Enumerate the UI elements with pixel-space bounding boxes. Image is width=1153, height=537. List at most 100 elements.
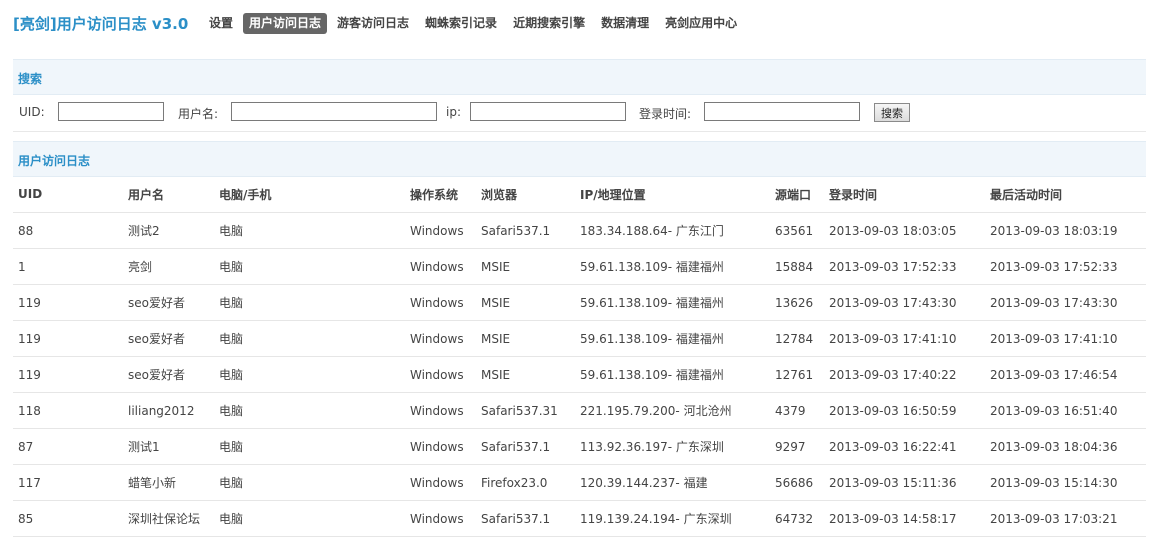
column-header-username[interactable]: 用户名 [123, 176, 214, 213]
cell-last-activity: 2013-09-03 17:03:21 [985, 500, 1146, 537]
nav-tab-user-access-log[interactable]: 用户访问日志 [243, 13, 328, 34]
cell-browser: MSIE [476, 320, 575, 357]
cell-username: liliang2012 [123, 392, 214, 429]
cell-ip-location: 221.195.79.200- 河北沧州 [575, 392, 770, 429]
cell-uid: 117 [13, 464, 123, 501]
column-header-last-activity[interactable]: 最后活动时间 [985, 176, 1146, 213]
cell-last-activity: 2013-09-03 17:52:33 [985, 248, 1146, 285]
login-time-label: 登录时间: [639, 107, 692, 121]
table-row[interactable]: 88 测试2 电脑 Windows Safari537.1 183.34.188.64- … [13, 212, 1146, 249]
table-header-row: UID 用户名 电脑/手机 操作系统 浏览器 IP/地理位置 源端口 登录时间 … [13, 176, 1146, 213]
table-body: 88 测试2 电脑 Windows Safari537.1 183.34.188.64- … [13, 212, 1146, 537]
table-row[interactable]: 85 深圳社保论坛 电脑 Windows Safari537.1 119.139.24.1… [13, 500, 1146, 537]
cell-ip-location: 59.61.138.109- 福建福州 [575, 284, 770, 321]
cell-last-activity: 2013-09-03 17:41:10 [985, 320, 1146, 357]
cell-os: Windows [405, 392, 476, 429]
user-access-log-table: UID 用户名 电脑/手机 操作系统 浏览器 IP/地理位置 源端口 登录时间 … [13, 176, 1146, 537]
cell-device: 电脑 [214, 320, 405, 357]
table-row[interactable]: 1 亮剑 电脑 Windows MSIE 59.61.138.109- 福建福州 15884… [13, 248, 1146, 285]
cell-uid: 85 [13, 500, 123, 537]
cell-uid: 1 [13, 248, 123, 285]
cell-source-port: 15884 [770, 248, 824, 285]
cell-username: 深圳社保论坛 [123, 500, 214, 537]
table-row[interactable]: 119 seo爱好者 电脑 Windows MSIE 59.61.138.109- 福建福… [13, 320, 1146, 357]
username-input[interactable] [231, 102, 437, 121]
search-form: UID: 用户名: ip: 登录时间: 搜索 [13, 95, 1146, 132]
column-header-uid[interactable]: UID [13, 176, 123, 213]
table-row[interactable]: 119 seo爱好者 电脑 Windows MSIE 59.61.138.109- 福建福… [13, 284, 1146, 321]
nav-tab-data-cleanup[interactable]: 数据清理 [595, 13, 655, 34]
login-time-input[interactable] [704, 102, 860, 121]
cell-login-time: 2013-09-03 17:41:10 [824, 320, 985, 357]
table-row[interactable]: 118 liliang2012 电脑 Windows Safari537.31 221.1… [13, 392, 1146, 429]
cell-login-time: 2013-09-03 16:50:59 [824, 392, 985, 429]
cell-browser: Safari537.1 [476, 428, 575, 465]
cell-source-port: 4379 [770, 392, 824, 429]
column-header-source-port[interactable]: 源端口 [770, 176, 824, 213]
log-panel-title: 用户访问日志 [18, 154, 91, 168]
cell-device: 电脑 [214, 356, 405, 393]
table-row[interactable]: 119 seo爱好者 电脑 Windows MSIE 59.61.138.109- 福建福… [13, 356, 1146, 393]
cell-device: 电脑 [214, 248, 405, 285]
cell-device: 电脑 [214, 500, 405, 537]
cell-os: Windows [405, 428, 476, 465]
column-header-login-time[interactable]: 登录时间 [824, 176, 985, 213]
cell-login-time: 2013-09-03 16:22:41 [824, 428, 985, 465]
cell-last-activity: 2013-09-03 18:03:19 [985, 212, 1146, 249]
app-title: [亮剑]用户访问日志 v3.0 [13, 15, 189, 33]
cell-ip-location: 59.61.138.109- 福建福州 [575, 356, 770, 393]
nav-tab-spider-index-log[interactable]: 蜘蛛索引记录 [419, 13, 503, 34]
top-bar: [亮剑]用户访问日志 v3.0 设置 用户访问日志 游客访问日志 蜘蛛索引记录 … [0, 0, 1153, 46]
cell-login-time: 2013-09-03 18:03:05 [824, 212, 985, 249]
cell-device: 电脑 [214, 464, 405, 501]
cell-browser: MSIE [476, 248, 575, 285]
cell-device: 电脑 [214, 284, 405, 321]
cell-device: 电脑 [214, 428, 405, 465]
cell-ip-location: 113.92.36.197- 广东深圳 [575, 428, 770, 465]
nav-tab-guest-access-log[interactable]: 游客访问日志 [331, 13, 415, 34]
cell-last-activity: 2013-09-03 18:04:36 [985, 428, 1146, 465]
cell-username: 测试1 [123, 428, 214, 465]
uid-input[interactable] [58, 102, 164, 121]
cell-browser: Safari537.1 [476, 212, 575, 249]
cell-last-activity: 2013-09-03 15:14:30 [985, 464, 1146, 501]
ip-input[interactable] [470, 102, 626, 121]
cell-os: Windows [405, 356, 476, 393]
column-header-browser[interactable]: 浏览器 [476, 176, 575, 213]
cell-ip-location: 120.39.144.237- 福建 [575, 464, 770, 501]
cell-login-time: 2013-09-03 17:40:22 [824, 356, 985, 393]
column-header-device[interactable]: 电脑/手机 [214, 176, 405, 213]
cell-browser: MSIE [476, 356, 575, 393]
cell-ip-location: 119.139.24.194- 广东深圳 [575, 500, 770, 537]
search-button[interactable]: 搜索 [874, 103, 910, 122]
cell-source-port: 12761 [770, 356, 824, 393]
cell-username: 测试2 [123, 212, 214, 249]
column-header-ip-location[interactable]: IP/地理位置 [575, 176, 770, 213]
cell-browser: Safari537.1 [476, 500, 575, 537]
cell-os: Windows [405, 500, 476, 537]
nav-tab-app-center[interactable]: 亮剑应用中心 [659, 13, 743, 34]
nav-tab-settings[interactable]: 设置 [203, 13, 239, 34]
cell-login-time: 2013-09-03 15:11:36 [824, 464, 985, 501]
cell-username: seo爱好者 [123, 284, 214, 321]
cell-browser: MSIE [476, 284, 575, 321]
cell-os: Windows [405, 248, 476, 285]
cell-username: 亮剑 [123, 248, 214, 285]
table-row[interactable]: 87 测试1 电脑 Windows Safari537.1 113.92.36.197- … [13, 428, 1146, 465]
cell-os: Windows [405, 212, 476, 249]
nav-tab-recent-search-engines[interactable]: 近期搜索引擎 [507, 13, 591, 34]
column-header-os[interactable]: 操作系统 [405, 176, 476, 213]
search-panel-header: 搜索 [13, 59, 1146, 95]
cell-device: 电脑 [214, 392, 405, 429]
cell-uid: 88 [13, 212, 123, 249]
cell-source-port: 9297 [770, 428, 824, 465]
cell-source-port: 13626 [770, 284, 824, 321]
table-row[interactable]: 117 蜡笔小新 电脑 Windows Firefox23.0 120.39.144.23… [13, 464, 1146, 501]
cell-uid: 119 [13, 356, 123, 393]
cell-os: Windows [405, 320, 476, 357]
cell-device: 电脑 [214, 212, 405, 249]
cell-browser: Firefox23.0 [476, 464, 575, 501]
cell-source-port: 63561 [770, 212, 824, 249]
cell-ip-location: 59.61.138.109- 福建福州 [575, 320, 770, 357]
main-nav: 设置 用户访问日志 游客访问日志 蜘蛛索引记录 近期搜索引擎 数据清理 亮剑应用… [203, 13, 747, 34]
